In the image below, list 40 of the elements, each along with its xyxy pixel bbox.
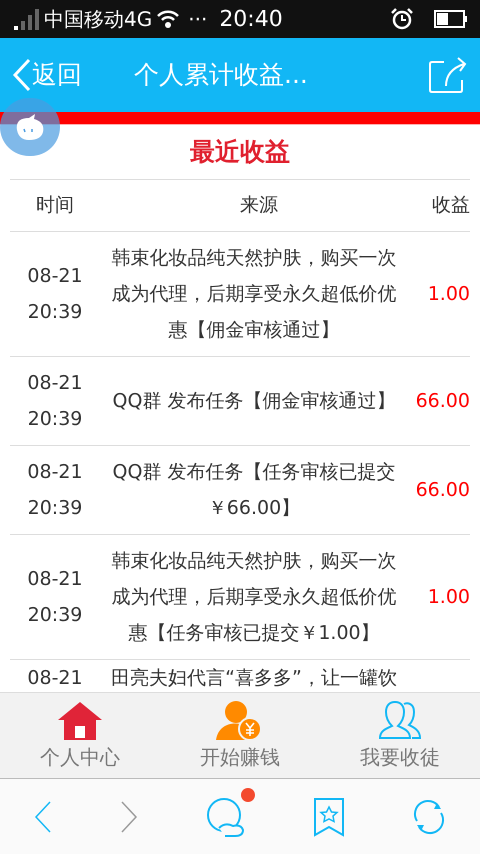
wifi-icon <box>156 8 180 30</box>
amount-cell-text: 1.00 <box>426 282 470 306</box>
time-cell-text: 20:39 <box>28 602 82 628</box>
amount-cell-text: 66.00 <box>414 388 470 414</box>
chat-cloud-icon[interactable] <box>205 796 247 838</box>
refresh-icon[interactable] <box>411 798 447 834</box>
source-cell-text: 韩束化妆品纯天然护肤，购买一次成为代理，后期享受永久超低价优惠【佣金审核通过】 <box>110 246 398 342</box>
source-cell-text: 田亮夫妇代言“喜多多”，让一罐饮 <box>110 666 398 690</box>
back-chevron-icon <box>12 58 32 92</box>
source-cell-text: 韩束化妆品纯天然护肤，购买一次成为代理，后期享受永久超低价优惠【任务审核已提交￥1.00】 <box>110 548 398 646</box>
date-cell-text: 08-21 <box>27 264 83 288</box>
users-icon <box>376 700 424 742</box>
alarm-icon <box>390 7 414 31</box>
date-cell-text: 08-21 <box>27 370 83 396</box>
signal-icon <box>12 8 40 30</box>
source-cell-text: QQ群 发布任务【任务审核已提交￥66.00】 <box>112 460 396 520</box>
date-cell-text: 08-21 <box>27 566 83 592</box>
amount-cell-text: 66.00 <box>414 478 470 502</box>
time-cell-text: 20:39 <box>28 406 82 432</box>
time-cell-text: 20:39 <box>28 496 82 520</box>
back-button[interactable]: 返回 <box>12 56 82 94</box>
column-header: 来源 <box>239 192 279 218</box>
more-dots: ··· <box>188 6 208 33</box>
bookmark-star-icon[interactable] <box>313 796 345 836</box>
column-header: 时间 <box>35 192 75 218</box>
clock-time: 20:40 <box>219 6 283 34</box>
column-header: 收益 <box>431 192 470 218</box>
source-cell-text: QQ群 发布任务【佣金审核通过】 <box>112 388 396 414</box>
carrier-label: 中国移动4G <box>44 6 152 33</box>
nav-tab[interactable]: 我要收徒 <box>320 693 480 778</box>
house-icon <box>56 700 104 742</box>
date-cell-text: 08-21 <box>27 460 83 484</box>
amount-cell-text: 1.00 <box>426 584 470 610</box>
time-cell-text: 20:39 <box>28 300 82 324</box>
nav-tab[interactable]: 开始赚钱 <box>160 693 320 778</box>
nav-tab[interactable]: 个人中心 <box>0 693 160 778</box>
share-icon[interactable] <box>428 56 468 94</box>
battery-icon <box>434 10 468 28</box>
date-cell: 08-21 <box>27 666 83 690</box>
page-title: 个人累计收益... <box>134 59 308 92</box>
